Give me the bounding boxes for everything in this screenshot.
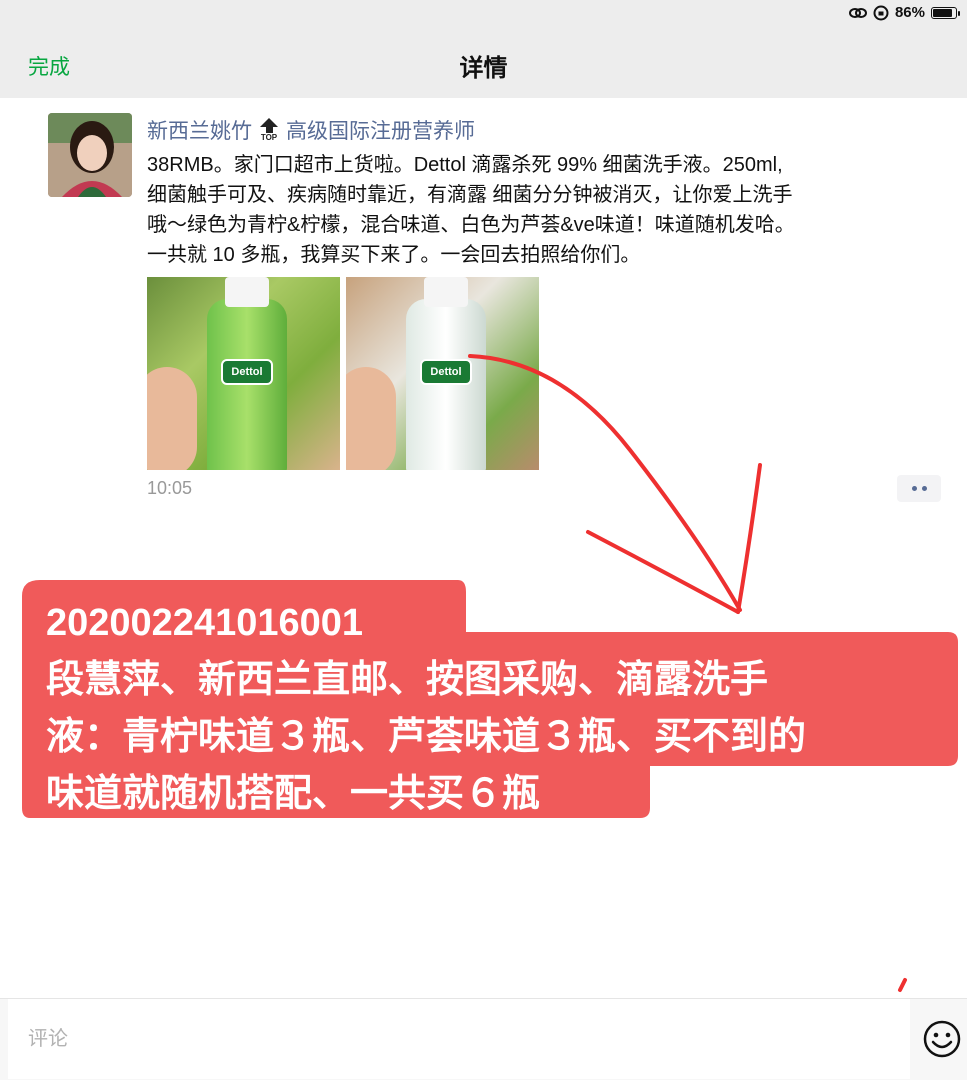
link-icon bbox=[848, 7, 867, 18]
top-badge-text: TOP bbox=[260, 133, 278, 142]
annotation-line: 202002241016001 bbox=[46, 602, 364, 644]
post-text-line: 哦～绿色为青柠&柠檬，混合味道、白色为芦荟&ve味道！味道随机发哈。 bbox=[147, 214, 795, 236]
hand-image bbox=[147, 367, 197, 470]
post-text: 38RMB。家门口超市上货啦。Dettol 滴露杀死 99% 细菌洗手液。250… bbox=[147, 150, 947, 270]
comment-bar bbox=[0, 998, 967, 1080]
bottle-cap bbox=[424, 277, 468, 307]
comment-input[interactable] bbox=[8, 999, 910, 1079]
top-badge-icon: TOP bbox=[258, 118, 280, 142]
battery-icon bbox=[931, 6, 960, 19]
red-mark bbox=[898, 978, 907, 992]
battery-level bbox=[933, 8, 952, 17]
post-text-line: 一共就 10 多瓶，我算买下来了。一会回去拍照给你们。 bbox=[147, 244, 641, 266]
post-time: 10:05 bbox=[147, 478, 193, 498]
post-text-line: 细菌触手可及、疾病随时靠近，有滴露 细菌分分钟被消灭，让你爱上洗手 bbox=[147, 184, 793, 206]
author-title[interactable]: 高级国际注册营养师 bbox=[286, 115, 475, 145]
post-photo-1[interactable]: Dettol bbox=[147, 277, 340, 470]
avatar-image bbox=[48, 113, 132, 197]
post-text-line: 38RMB。家门口超市上货啦。Dettol 滴露杀死 99% 细菌洗手液。250… bbox=[147, 154, 783, 176]
annotation-line: 段慧萍、新西兰直邮、按图采购、滴露洗手 bbox=[46, 659, 769, 701]
nav-bar: 完成 详情 bbox=[0, 30, 967, 98]
author-name[interactable]: 新西兰姚竹 bbox=[147, 115, 252, 145]
more-dot-icon bbox=[921, 486, 927, 491]
more-dot-icon bbox=[911, 486, 917, 491]
page-title: 详情 bbox=[459, 55, 508, 82]
battery-percent: 86% bbox=[894, 4, 925, 21]
more-button[interactable] bbox=[897, 475, 941, 502]
avatar[interactable] bbox=[48, 113, 132, 197]
hand-image bbox=[346, 367, 396, 470]
emoji-icon[interactable] bbox=[922, 1019, 962, 1059]
post-photo-2[interactable]: Dettol bbox=[346, 277, 539, 470]
dettol-logo: Dettol bbox=[420, 359, 472, 385]
status-bar: 86% bbox=[0, 0, 967, 30]
orientation-lock-icon bbox=[873, 5, 889, 20]
annotation-line: 味道就随机搭配、一共买６瓶 bbox=[46, 773, 541, 815]
dettol-logo: Dettol bbox=[221, 359, 273, 385]
bottle-cap bbox=[225, 277, 269, 307]
annotation-text: 202002241016001 段慧萍、新西兰直邮、按图采购、滴露洗手 液：青柠… bbox=[46, 595, 946, 823]
annotation-line: 液：青柠味道３瓶、芦荟味道３瓶、买不到的 bbox=[46, 716, 807, 758]
post-author-line: 新西兰姚竹 TOP 高级国际注册营养师 bbox=[147, 115, 475, 145]
status-icons: 86% bbox=[848, 4, 960, 21]
